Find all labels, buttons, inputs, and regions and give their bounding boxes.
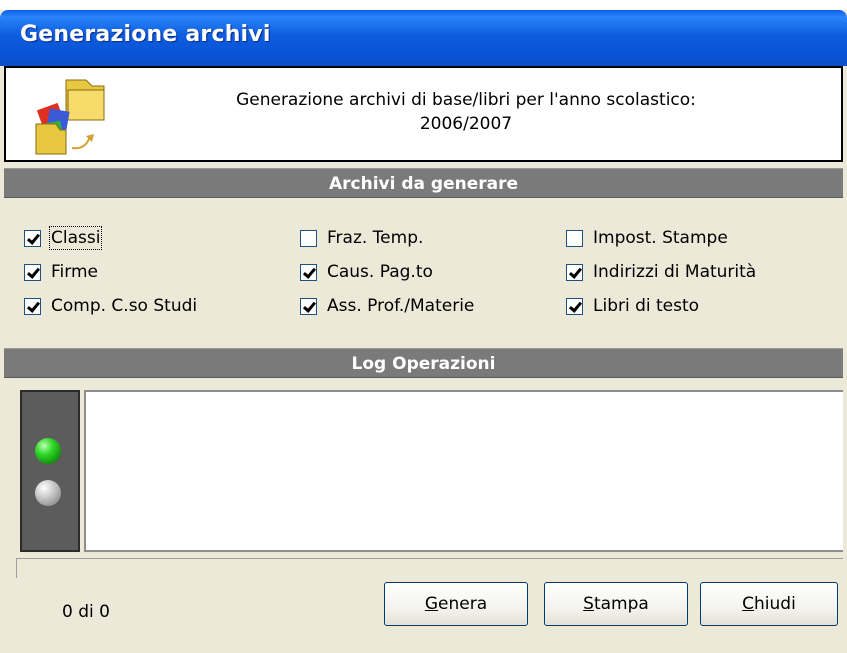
checkbox-label: Comp. C.so Studi: [51, 296, 198, 316]
info-panel: Generazione archivi di base/libri per l'…: [4, 66, 843, 162]
checkbox-label: Classi: [48, 226, 103, 250]
checkbox-fraz-temp[interactable]: Fraz. Temp.: [300, 224, 423, 252]
log-textbox[interactable]: [84, 390, 843, 552]
status-led-panel: [20, 390, 80, 552]
archives-section-header: Archivi da generare: [4, 168, 843, 198]
info-description: Generazione archivi di base/libri per l'…: [236, 90, 696, 110]
stampa-label: tampa: [593, 594, 649, 614]
title-bar[interactable]: Generazione archivi: [0, 10, 847, 66]
chiudi-accel: C: [742, 594, 755, 614]
led-gray-icon: [35, 480, 61, 506]
checkbox-box[interactable]: [566, 263, 583, 281]
checkbox-box[interactable]: [300, 297, 317, 315]
checkbox-label: Libri di testo: [593, 296, 700, 316]
info-school-year: 2006/2007: [419, 114, 513, 134]
stampa-accel: S: [583, 594, 594, 614]
archives-checkbox-group: Classi Fraz. Temp. Impost. Stampe Firme …: [16, 206, 836, 336]
checkbox-label: Ass. Prof./Materie: [327, 296, 475, 316]
led-green-icon: [35, 438, 61, 464]
chiudi-button[interactable]: Chiudi: [700, 582, 838, 626]
checkbox-label: Fraz. Temp.: [327, 228, 424, 248]
stampa-button[interactable]: Stampa: [544, 582, 688, 626]
checkbox-label: Firme: [51, 262, 98, 282]
checkbox-label: Indirizzi di Maturità: [593, 262, 757, 282]
checkbox-box[interactable]: [24, 229, 41, 247]
dialog-window: Generazione archivi Generazione archivi …: [0, 10, 847, 653]
window-title: Generazione archivi: [20, 22, 271, 47]
checkbox-box[interactable]: [24, 263, 41, 281]
checkbox-indirizzi-maturita[interactable]: Indirizzi di Maturità: [566, 258, 756, 286]
checkbox-comp-corso-studi[interactable]: Comp. C.so Studi: [24, 292, 197, 320]
chiudi-label: hiudi: [754, 594, 796, 614]
checkbox-impost-stampe[interactable]: Impost. Stampe: [566, 224, 728, 252]
checkbox-box[interactable]: [300, 263, 317, 281]
checkbox-libri-testo[interactable]: Libri di testo: [566, 292, 699, 320]
checkbox-box[interactable]: [566, 229, 583, 247]
checkbox-caus-pagto[interactable]: Caus. Pag.to: [300, 258, 433, 286]
genera-label: enera: [438, 594, 488, 614]
log-area: [4, 390, 843, 554]
progress-counter: 0 di 0: [62, 602, 110, 622]
checkbox-classi[interactable]: Classi: [24, 224, 103, 252]
genera-button[interactable]: Genera: [384, 582, 528, 626]
checkbox-box[interactable]: [300, 229, 317, 247]
checkbox-ass-prof-materie[interactable]: Ass. Prof./Materie: [300, 292, 474, 320]
checkbox-label: Impost. Stampe: [593, 228, 728, 248]
checkbox-label: Caus. Pag.to: [327, 262, 433, 282]
genera-accel: G: [424, 594, 439, 614]
checkbox-box[interactable]: [24, 297, 41, 315]
checkbox-box[interactable]: [566, 297, 583, 315]
checkbox-firme[interactable]: Firme: [24, 258, 98, 286]
app-folder-icon: [35, 79, 105, 155]
log-section-header: Log Operazioni: [4, 348, 843, 378]
separator: [16, 558, 843, 578]
